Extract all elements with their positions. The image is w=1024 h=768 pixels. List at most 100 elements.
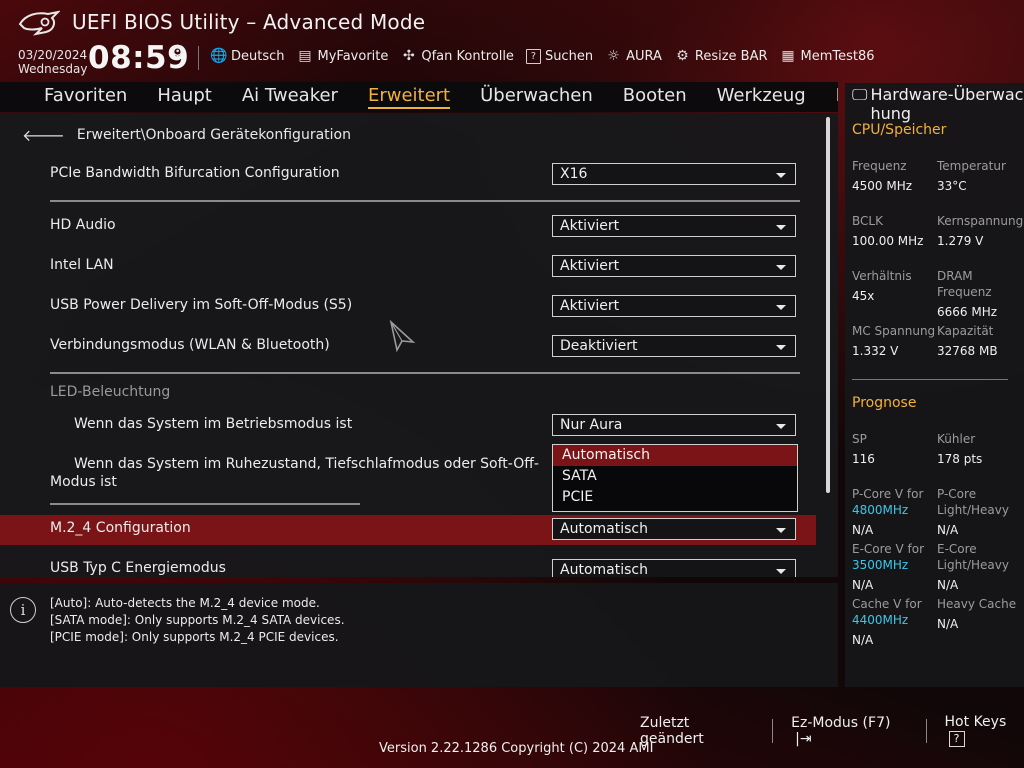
toolbar-aura-button[interactable]: ☼ AURA [605, 46, 662, 66]
settings-panel: 🡐 Erweitert\Onboard Gerätekonfiguration … [0, 113, 838, 577]
footer-divider [925, 718, 927, 743]
ecore-light-heavy-label: E-Core Light/Heavy [937, 542, 1009, 572]
ez-mode-button[interactable]: Ez-Modus (F7)|⇥ [791, 715, 907, 747]
dropdown-value: Aktiviert [560, 218, 620, 234]
mc-voltage-value: 1.332 V [852, 344, 899, 358]
tab-haupt[interactable]: Haupt [157, 85, 211, 109]
tab-werkzeug[interactable]: Werkzeug [717, 85, 806, 109]
info-icon: i [10, 597, 36, 623]
back-arrow-icon[interactable]: 🡐 [22, 125, 65, 145]
ecore-light-heavy-value: N/A [937, 578, 959, 592]
hd-audio-dropdown[interactable]: Aktiviert [552, 215, 796, 237]
resize-bar-icon: ⚙ [676, 48, 689, 64]
sp-label: SP [852, 432, 867, 446]
ecore-v-frequency: 3500MHz [852, 558, 909, 572]
rog-logo-icon [18, 10, 60, 36]
pcore-light-heavy-label: P-Core Light/Heavy [937, 487, 1009, 517]
ecore-v-label-text: E-Core V for [852, 542, 925, 556]
cache-v-frequency: 4400MHz [852, 613, 909, 627]
cpu-memory-section-title: CPU/Speicher [852, 122, 947, 138]
hot-keys-button[interactable]: Hot Keys? [945, 714, 1024, 747]
usb-type-c-power-dropdown[interactable]: Automatisch [552, 559, 796, 577]
favorite-icon: ▤ [298, 48, 312, 64]
toolbar-myfavorite-button[interactable]: ▤ MyFavorite [297, 46, 388, 66]
ratio-value: 45x [852, 289, 875, 303]
usb-type-c-power-label: USB Typ C Energiemodus [50, 560, 226, 576]
section-divider [50, 200, 800, 202]
toolbar-label: Suchen [544, 48, 594, 64]
caret-down-icon [776, 173, 786, 178]
help-line: [Auto]: Auto-detects the M.2_4 device mo… [50, 596, 320, 610]
toolbar-language-button[interactable]: 🌐 Deutsch [210, 46, 285, 66]
led-sleep-label: Wenn das System im Ruhezustand, Tiefschl… [50, 456, 539, 490]
section-divider [50, 372, 800, 374]
toolbar-resize-bar-button[interactable]: ⚙ Resize BAR [674, 46, 767, 66]
footer-divider [772, 718, 774, 743]
version-text: Version 2.22.1286 Copyright (C) 2024 AMI [379, 741, 654, 756]
bclk-value: 100.00 MHz [852, 234, 924, 248]
tab-booten[interactable]: Booten [623, 85, 687, 109]
usb-power-delivery-dropdown[interactable]: Aktiviert [552, 295, 796, 317]
toolbar-search-button[interactable]: ? Suchen [525, 46, 594, 66]
exit-arrow-icon: |⇥ [795, 730, 812, 747]
capacity-label: Kapazität [937, 324, 994, 338]
dropdown-value: Aktiviert [560, 298, 620, 314]
tab-erweitert[interactable]: Erweitert [367, 85, 451, 109]
connection-mode-label: Verbindungsmodus (WLAN & Bluetooth) [50, 337, 330, 353]
m2-4-configuration-label: M.2_4 Configuration [50, 520, 191, 536]
fan-icon: ✣ [403, 48, 415, 64]
intel-lan-dropdown[interactable]: Aktiviert [552, 255, 796, 277]
toolbar-label: Qfan Kontrolle [421, 48, 514, 64]
ez-mode-label: Ez-Modus (F7) [791, 714, 891, 731]
memtest-icon: ▦ [781, 48, 795, 64]
pcore-v-frequency: 4800MHz [852, 503, 909, 517]
footer-actions: Zuletzt geändert Ez-Modus (F7)|⇥ Hot Key… [640, 714, 1024, 747]
dram-frequency-label: DRAM Frequenz [937, 269, 992, 299]
temperature-label: Temperatur [937, 159, 1006, 173]
core-voltage-value: 1.279 V [937, 234, 984, 248]
help-text: [Auto]: Auto-detects the M.2_4 device mo… [50, 595, 345, 646]
hardware-divider [852, 379, 1008, 380]
connection-mode-dropdown[interactable]: Deaktiviert [552, 335, 796, 357]
ratio-label: Verhältnis [852, 269, 912, 283]
popup-option-automatisch[interactable]: Automatisch [553, 445, 797, 466]
led-running-dropdown[interactable]: Nur Aura [552, 414, 796, 436]
dram-frequency-value: 6666 MHz [937, 305, 998, 319]
settings-scrollbar[interactable] [826, 117, 830, 493]
monitor-icon: 🖵 [852, 85, 868, 104]
pcore-v-label: P-Core V for 4800MHz [852, 486, 923, 518]
pcie-bifurcation-dropdown[interactable]: X16 [552, 163, 796, 185]
mc-voltage-label: MC Spannung [852, 324, 936, 338]
main-menu-bar: Favoriten Haupt Ai Tweaker Erweitert Übe… [0, 82, 838, 112]
toolbar-label: Deutsch [231, 48, 285, 64]
popup-option-pcie[interactable]: PCIE [553, 487, 797, 508]
last-changed-button[interactable]: Zuletzt geändert [640, 715, 754, 747]
cache-v-value: N/A [852, 633, 874, 647]
dropdown-value: Automatisch [560, 521, 648, 537]
caret-down-icon [776, 528, 786, 533]
core-voltage-label: Kernspannung [937, 214, 1024, 228]
tab-exit-truncated[interactable]: E [836, 85, 838, 109]
prognose-section-title: Prognose [852, 395, 917, 411]
m2-4-configuration-dropdown[interactable]: Automatisch [552, 518, 796, 540]
toolbar-label: AURA [626, 48, 662, 64]
temperature-value: 33°C [937, 179, 967, 193]
dropdown-value: X16 [560, 166, 588, 182]
toolbar-divider [198, 46, 199, 70]
date-display: 03/20/2024 Wednesday [18, 48, 87, 76]
clock-settings-gear-icon[interactable]: ⚙ [170, 42, 185, 62]
tab-ueberwachen[interactable]: Überwachen [480, 85, 593, 109]
dropdown-value: Nur Aura [560, 417, 623, 433]
toolbar-memtest-button[interactable]: ▦ MemTest86 [780, 46, 874, 66]
tab-favoriten[interactable]: Favoriten [44, 85, 127, 109]
tab-ai-tweaker[interactable]: Ai Tweaker [242, 85, 338, 109]
toolbar-qfan-button[interactable]: ✣ Qfan Kontrolle [400, 46, 514, 66]
heavy-cache-value: N/A [937, 617, 959, 631]
frequency-label: Frequenz [852, 159, 907, 173]
hd-audio-label: HD Audio [50, 217, 116, 233]
hardware-monitor-title-text: Hardware-Überwachung [870, 85, 1024, 123]
dropdown-value: Automatisch [560, 562, 648, 577]
intel-lan-label: Intel LAN [50, 257, 114, 273]
search-icon: ? [525, 48, 541, 64]
popup-option-sata[interactable]: SATA [553, 466, 797, 487]
